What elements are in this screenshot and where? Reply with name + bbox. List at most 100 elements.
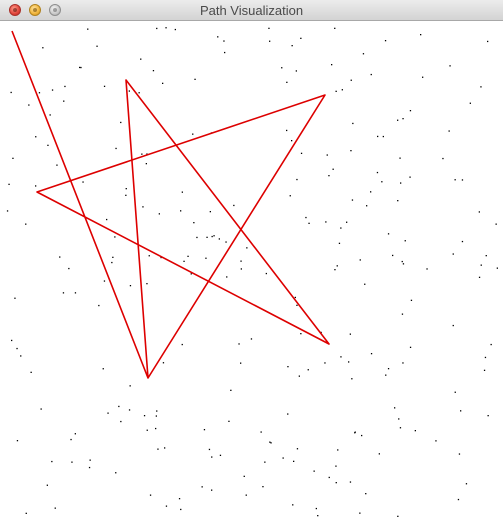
point xyxy=(325,221,327,223)
point xyxy=(164,447,166,449)
title-bar[interactable]: Path Visualization xyxy=(0,0,503,21)
point xyxy=(442,157,444,160)
point xyxy=(487,40,489,43)
close-icon xyxy=(13,8,17,12)
point xyxy=(338,242,341,244)
point xyxy=(111,261,113,264)
point xyxy=(452,253,454,255)
point xyxy=(193,222,195,224)
point xyxy=(382,135,384,138)
point xyxy=(149,494,152,496)
point xyxy=(264,461,266,463)
point xyxy=(457,498,460,501)
point xyxy=(106,218,108,221)
point xyxy=(422,76,424,78)
point xyxy=(14,297,16,299)
point xyxy=(88,466,91,469)
point xyxy=(435,440,437,442)
point xyxy=(262,486,264,488)
point xyxy=(238,343,240,345)
point xyxy=(196,236,198,239)
point xyxy=(114,236,116,238)
point xyxy=(346,221,348,223)
point xyxy=(294,296,296,299)
point xyxy=(409,346,412,348)
point xyxy=(337,449,339,451)
point xyxy=(206,236,208,238)
point xyxy=(49,114,51,116)
point xyxy=(487,415,489,417)
point xyxy=(82,181,84,183)
point xyxy=(317,515,319,517)
point xyxy=(384,40,387,42)
point xyxy=(480,264,482,266)
point xyxy=(245,494,247,496)
point xyxy=(449,65,451,67)
point xyxy=(454,179,456,181)
point xyxy=(20,355,22,357)
point xyxy=(98,304,100,307)
point xyxy=(230,389,232,391)
point xyxy=(146,283,148,285)
point xyxy=(300,37,302,39)
point xyxy=(158,213,160,215)
point xyxy=(370,353,373,355)
point xyxy=(240,362,242,364)
point xyxy=(308,222,310,224)
point xyxy=(269,40,271,42)
point xyxy=(63,100,65,102)
point xyxy=(260,431,262,433)
point xyxy=(296,304,298,306)
point xyxy=(350,79,352,81)
point xyxy=(364,283,366,285)
point xyxy=(35,185,37,187)
point xyxy=(79,66,81,69)
point xyxy=(11,339,13,342)
point xyxy=(484,356,487,359)
point xyxy=(59,256,61,258)
point xyxy=(352,122,354,125)
point xyxy=(270,442,272,444)
point-field xyxy=(6,27,498,517)
point xyxy=(64,85,66,88)
point xyxy=(10,91,12,94)
point xyxy=(335,482,337,484)
point xyxy=(25,512,27,514)
point xyxy=(293,460,295,462)
path-canvas xyxy=(6,27,498,517)
point xyxy=(335,465,337,467)
point xyxy=(107,412,109,414)
point xyxy=(461,179,464,181)
minimize-icon xyxy=(33,8,37,12)
point xyxy=(224,51,226,54)
point xyxy=(125,188,127,190)
point xyxy=(16,440,19,442)
point xyxy=(194,78,196,80)
point xyxy=(292,504,294,506)
minimize-button[interactable] xyxy=(29,4,41,16)
point xyxy=(51,460,53,463)
point xyxy=(370,73,372,76)
point xyxy=(495,223,497,225)
point xyxy=(281,67,283,69)
point xyxy=(480,86,482,88)
point xyxy=(300,333,302,335)
point xyxy=(328,476,330,479)
point xyxy=(87,28,89,30)
zoom-button[interactable] xyxy=(49,4,61,16)
point xyxy=(291,140,293,142)
point xyxy=(354,431,356,433)
point xyxy=(233,204,235,207)
point xyxy=(62,292,65,294)
point xyxy=(129,285,132,287)
point xyxy=(483,369,486,371)
point xyxy=(54,507,56,509)
close-button[interactable] xyxy=(9,4,21,16)
point xyxy=(187,255,189,257)
point xyxy=(286,81,288,83)
point xyxy=(141,153,143,155)
point xyxy=(70,438,72,441)
point xyxy=(402,362,404,364)
point xyxy=(181,191,183,193)
point xyxy=(115,147,117,150)
